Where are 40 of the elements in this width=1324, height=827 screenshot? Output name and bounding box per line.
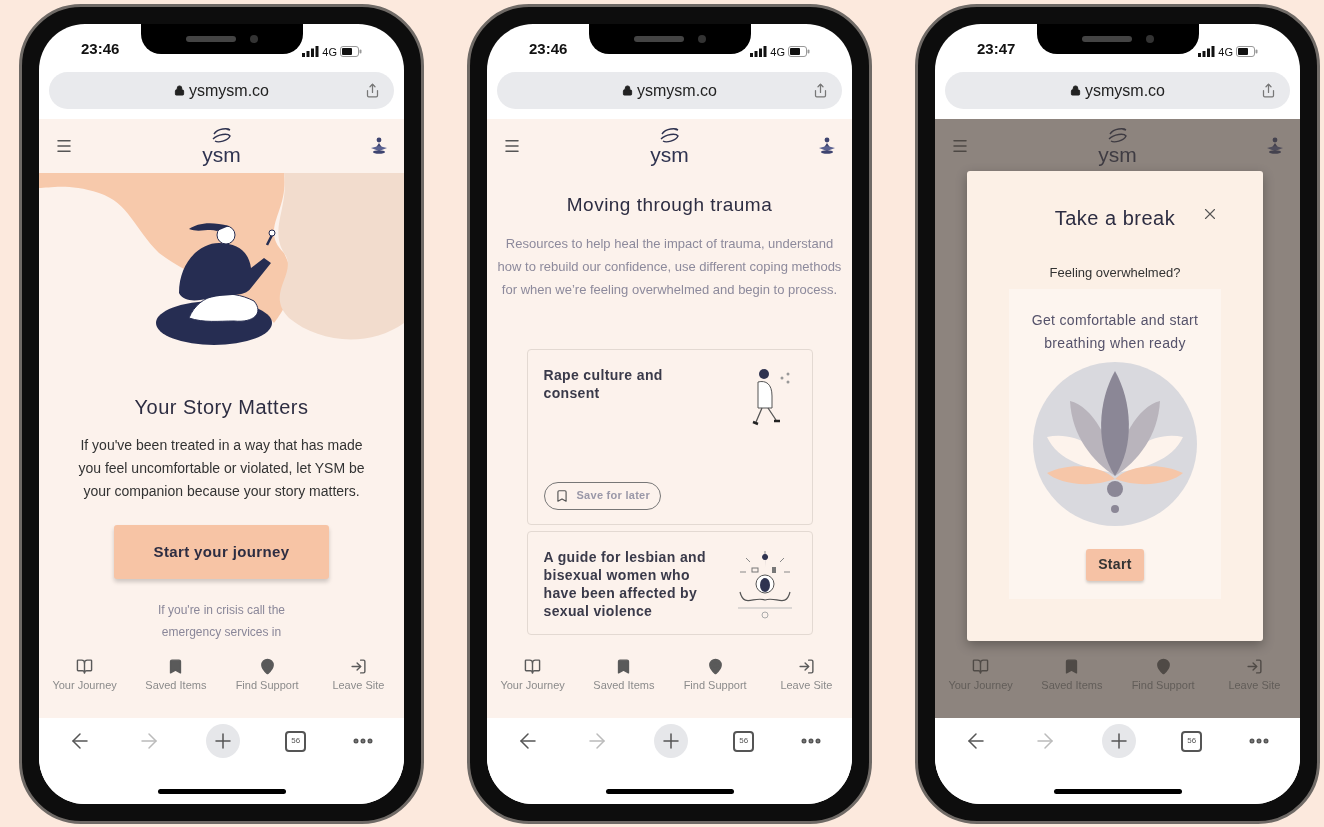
resource-card[interactable]: Rape culture and consent Save for later bbox=[526, 348, 813, 525]
card-title: A guide for lesbian and bisexual women who have been affected by sexual violence bbox=[543, 547, 707, 620]
address-bar[interactable]: ysmysm.co bbox=[497, 72, 842, 109]
tab-count-button[interactable]: 56 bbox=[1181, 730, 1203, 752]
logo-text: ysm bbox=[1098, 145, 1137, 165]
logo-text: ysm bbox=[202, 145, 241, 165]
page-title: Moving through trauma bbox=[566, 193, 773, 217]
address-bar[interactable]: ysmysm.co bbox=[945, 72, 1290, 109]
breathing-prompt: Get comfortable and start breathing when ready bbox=[1030, 310, 1200, 353]
network-type: 4G bbox=[322, 44, 337, 60]
clock-time: 23:46 bbox=[529, 38, 568, 59]
nav-tab[interactable]: Saved Items bbox=[130, 658, 222, 718]
nav-tab[interactable]: Your Journey bbox=[39, 658, 131, 718]
url-text: ysmysm.co bbox=[1085, 80, 1165, 101]
dialog-title: Take a break bbox=[1054, 206, 1176, 231]
intro-paragraph: If you've been treated in a way that has made you feel uncomfortable or violated, let YSM be your companion because your story matters. bbox=[77, 436, 366, 501]
network-type: 4G bbox=[770, 44, 785, 60]
tab-count-button[interactable]: 56 bbox=[285, 730, 307, 752]
address-bar[interactable]: ysmysm.co bbox=[49, 72, 394, 109]
clock-time: 23:46 bbox=[81, 38, 120, 59]
clock-time: 23:47 bbox=[977, 38, 1016, 59]
page-title: Your Story Matters bbox=[134, 395, 309, 420]
url-text: ysmysm.co bbox=[189, 80, 269, 101]
intro-paragraph: Resources to help heal the impact of trauma, understand how to rebuild our confidence, use different coping methods for when we’re feeling overwhelmed and begin to process. bbox=[496, 234, 843, 299]
url-text: ysmysm.co bbox=[637, 80, 717, 101]
crisis-note: If you're in crisis call the emergency services in bbox=[157, 602, 286, 641]
start-button[interactable]: Start bbox=[1086, 548, 1144, 581]
start-journey-button[interactable]: Start your journey bbox=[114, 525, 329, 579]
card-title: Rape culture and consent bbox=[543, 365, 664, 403]
dialog-subtitle: Feeling overwhelmed? bbox=[1049, 264, 1181, 282]
nav-tab[interactable]: Leave Site bbox=[312, 658, 404, 718]
network-type: 4G bbox=[1218, 44, 1233, 60]
nav-tab[interactable]: Saved Items bbox=[578, 658, 670, 718]
logo-text: ysm bbox=[650, 145, 689, 165]
resource-card[interactable]: A guide for lesbian and bisexual women who have been affected by sexual violence bbox=[526, 530, 813, 635]
nav-tab[interactable]: Find Support bbox=[669, 658, 761, 718]
nav-tab[interactable]: Your Journey bbox=[487, 658, 579, 718]
nav-tab[interactable]: Leave Site bbox=[760, 658, 852, 718]
tab-count-button[interactable]: 56 bbox=[733, 730, 755, 752]
nav-tab[interactable]: Find Support bbox=[221, 658, 313, 718]
